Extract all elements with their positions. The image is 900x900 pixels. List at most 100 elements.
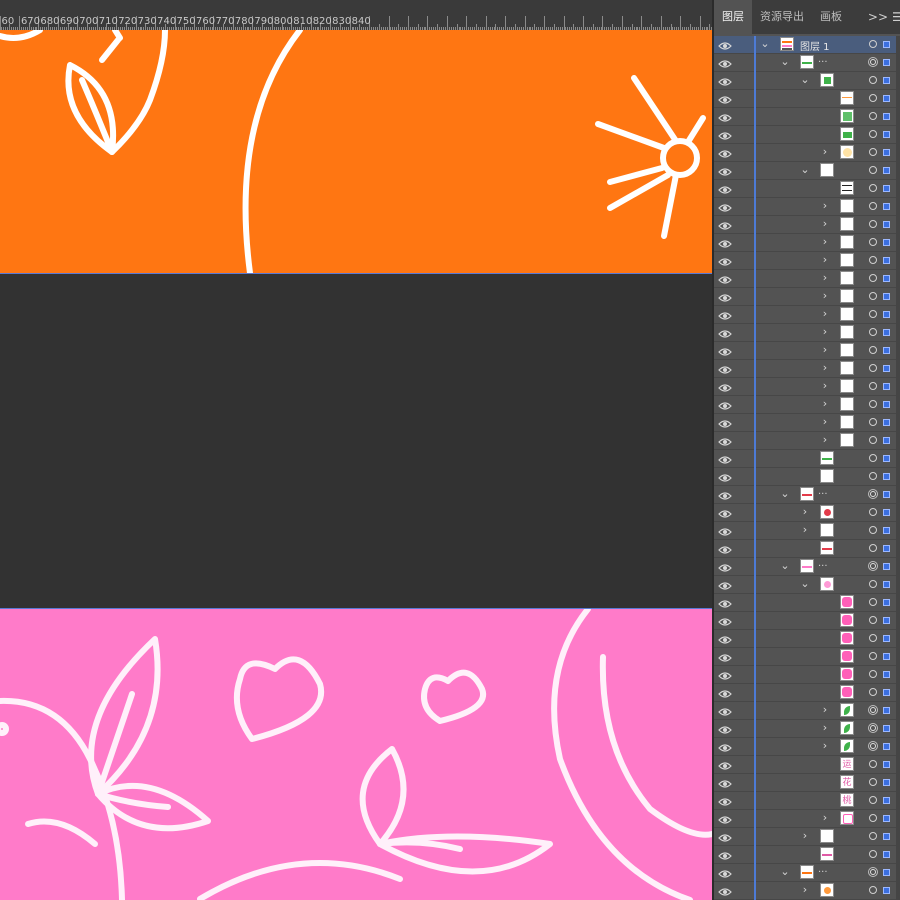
layer-row[interactable]: › [714,324,900,342]
eye-icon[interactable] [718,200,732,214]
selection-indicator[interactable] [883,887,890,894]
selection-indicator[interactable] [883,275,890,282]
eye-icon[interactable] [718,92,732,106]
chevron-right-icon[interactable]: › [820,397,830,410]
selection-indicator[interactable] [883,815,890,822]
target-icon[interactable] [869,112,877,120]
target-icon[interactable] [869,76,877,84]
layer-row[interactable]: › [714,198,900,216]
layer-row[interactable]: › [714,216,900,234]
layer-row-top[interactable]: ⌄ 图层 1 [714,36,900,54]
target-icon[interactable] [869,796,877,804]
chevron-right-icon[interactable]: › [820,271,830,284]
target-icon[interactable] [869,850,877,858]
selection-indicator[interactable] [883,653,890,660]
eye-icon[interactable] [718,74,732,88]
selection-indicator[interactable] [883,113,890,120]
selection-indicator[interactable] [883,725,890,732]
layer-row[interactable]: ⌄ [714,576,900,594]
target-icon[interactable] [869,652,877,660]
selection-indicator[interactable] [883,419,890,426]
layer-row[interactable]: › [714,702,900,720]
eye-icon[interactable] [718,470,732,484]
target-icon[interactable] [869,526,877,534]
chevron-right-icon[interactable]: › [820,217,830,230]
eye-icon[interactable] [718,506,732,520]
eye-icon[interactable] [718,866,732,880]
pink-artboard[interactable] [0,609,712,900]
layer-name[interactable]: ... [818,558,828,569]
selection-indicator[interactable] [883,185,890,192]
target-icon[interactable] [868,705,878,715]
horizontal-ruler[interactable]: 60 670 680 690 700 710 720 730 740 750 760 770 780 79… [0,0,712,31]
tab-layers[interactable]: 图层 [714,0,752,34]
layer-row[interactable] [714,468,900,486]
eye-icon[interactable] [718,830,732,844]
layer-row[interactable]: › [714,432,900,450]
eye-icon[interactable] [718,704,732,718]
layer-row[interactable]: › [714,378,900,396]
target-icon[interactable] [869,274,877,282]
chevron-right-icon[interactable]: › [820,343,830,356]
eye-icon[interactable] [718,650,732,664]
target-icon[interactable] [869,400,877,408]
chevron-right-icon[interactable]: › [800,523,810,536]
chevron-right-icon[interactable]: › [800,505,810,518]
selection-indicator[interactable] [883,239,890,246]
selection-indicator[interactable] [883,293,890,300]
chevron-down-icon[interactable]: ⌄ [800,577,810,590]
target-icon[interactable] [869,292,877,300]
layer-row[interactable]: 运 [714,756,900,774]
layer-row[interactable]: ⌄... [714,54,900,72]
eye-icon[interactable] [718,794,732,808]
selection-indicator[interactable] [883,581,890,588]
layer-row[interactable] [714,450,900,468]
layer-row[interactable]: ⌄ [714,72,900,90]
eye-icon[interactable] [718,362,732,376]
layer-row[interactable]: › [714,522,900,540]
eye-icon[interactable] [718,326,732,340]
layer-row[interactable] [714,630,900,648]
eye-icon[interactable] [718,560,732,574]
chevron-down-icon[interactable]: ⌄ [780,559,790,572]
target-icon[interactable] [869,382,877,390]
chevron-right-icon[interactable]: › [820,325,830,338]
eye-icon[interactable] [718,38,732,52]
target-icon[interactable] [869,148,877,156]
layer-row[interactable] [714,846,900,864]
layer-row[interactable] [714,108,900,126]
target-icon[interactable] [868,867,878,877]
selection-indicator[interactable] [883,491,890,498]
layer-row[interactable] [714,594,900,612]
selection-indicator[interactable] [883,149,890,156]
eye-icon[interactable] [718,290,732,304]
eye-icon[interactable] [718,272,732,286]
selection-indicator[interactable] [883,707,890,714]
eye-icon[interactable] [718,110,732,124]
layer-row[interactable] [714,666,900,684]
eye-icon[interactable] [718,632,732,646]
eye-icon[interactable] [718,578,732,592]
target-icon[interactable] [869,670,877,678]
layer-row[interactable]: ⌄... [714,558,900,576]
selection-indicator[interactable] [883,221,890,228]
target-icon[interactable] [869,184,877,192]
target-icon[interactable] [869,508,877,516]
chevron-right-icon[interactable]: › [820,379,830,392]
target-icon[interactable] [869,328,877,336]
target-icon[interactable] [869,814,877,822]
chevron-right-icon[interactable]: › [820,721,830,734]
chevron-right-icon[interactable]: › [820,811,830,824]
chevron-down-icon[interactable]: ⌄ [800,73,810,86]
target-icon[interactable] [869,364,877,372]
selection-indicator[interactable] [883,401,890,408]
layer-row[interactable] [714,612,900,630]
chevron-right-icon[interactable]: › [820,145,830,158]
target-icon[interactable] [869,778,877,786]
eye-icon[interactable] [718,416,732,430]
layer-row[interactable]: › [714,882,900,900]
target-icon[interactable] [869,130,877,138]
selection-indicator[interactable] [883,77,890,84]
target-icon[interactable] [869,418,877,426]
chevron-right-icon[interactable]: › [820,415,830,428]
